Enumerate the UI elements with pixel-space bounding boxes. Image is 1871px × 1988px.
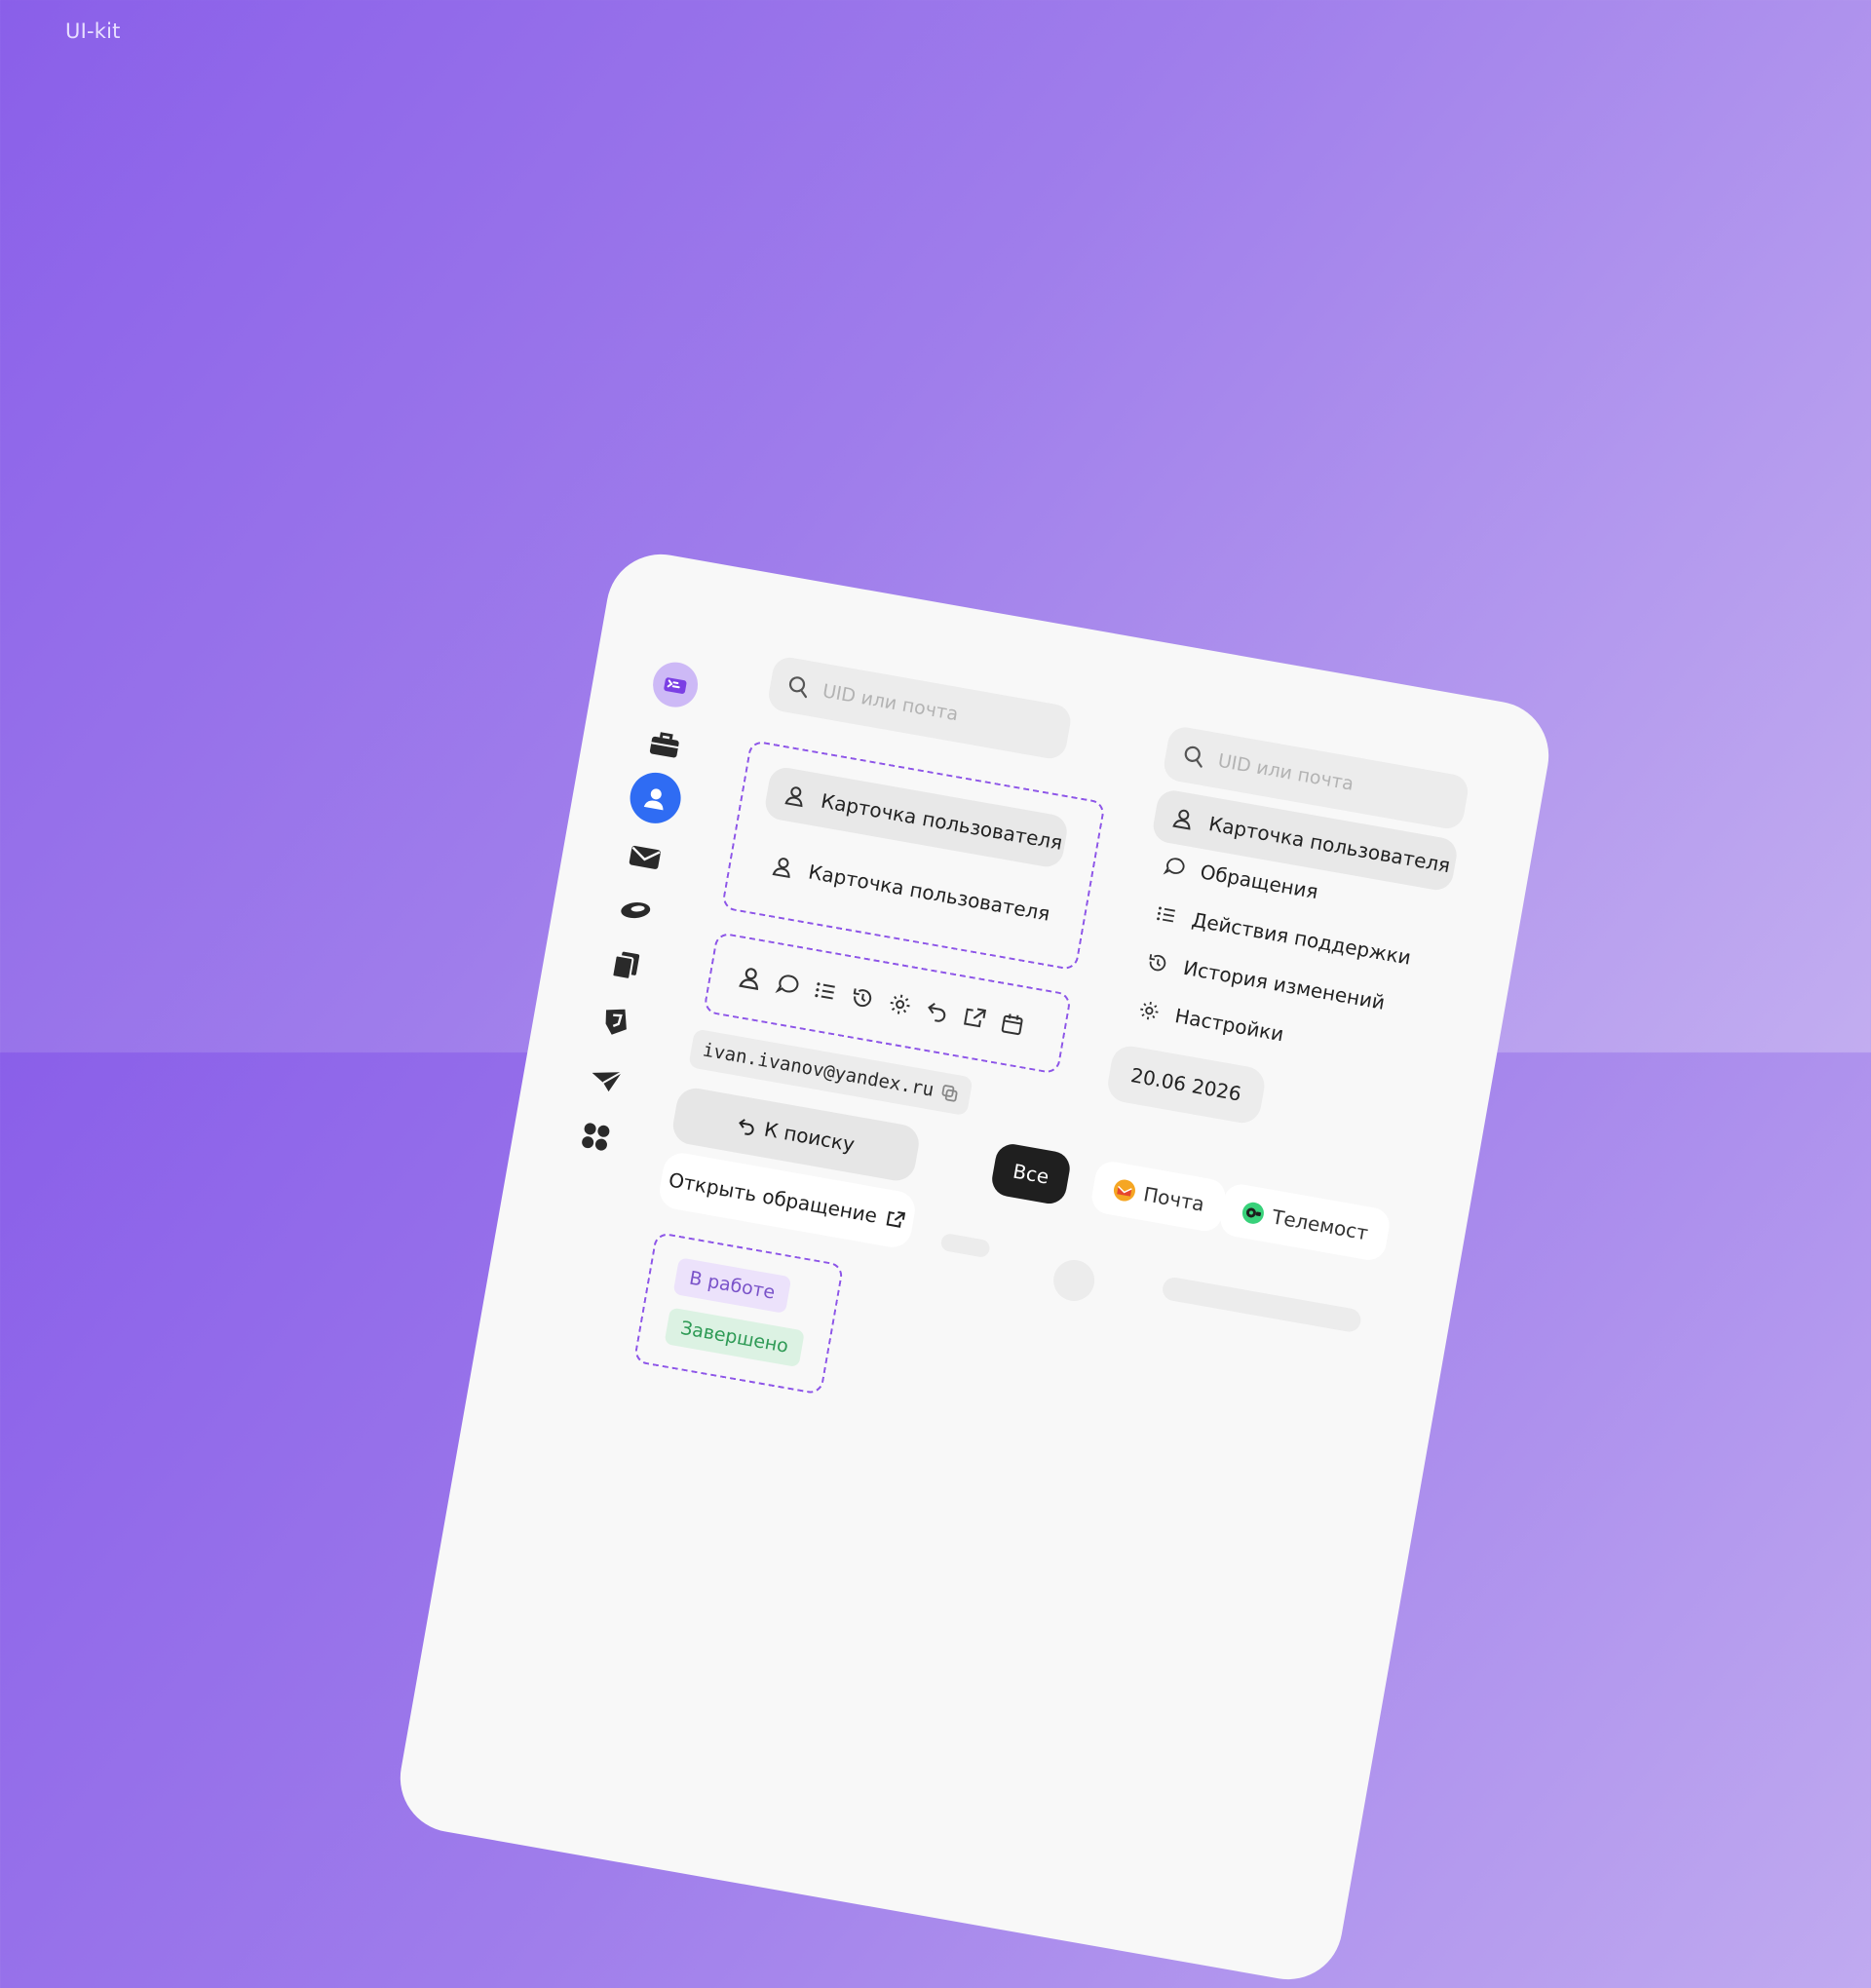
date-chip[interactable]: 20.06 2026: [1104, 1043, 1268, 1127]
list-icon: [1154, 902, 1178, 927]
skeleton-line-long: [1161, 1276, 1363, 1334]
copy-icon[interactable]: [939, 1083, 960, 1103]
yandex-mail-icon: [1111, 1177, 1138, 1204]
user-icon: [783, 784, 807, 808]
skeleton-line-short: [939, 1232, 991, 1259]
shield-icon: [599, 1004, 633, 1040]
nav-variants-group: Карточка пользователя Карточка пользоват…: [720, 739, 1106, 972]
ui-kit-panel: Карточка пользователя Карточка пользоват…: [391, 546, 1558, 1988]
filter-chip-mail[interactable]: Почта: [1088, 1159, 1229, 1235]
undo-icon: [924, 998, 951, 1025]
sidebar-item-documents[interactable]: [596, 936, 655, 994]
yandex-id-logo-icon: [649, 658, 702, 711]
email-value: ivan.ivanov@yandex.ru: [701, 1039, 936, 1101]
skeleton-avatar: [1050, 1256, 1098, 1305]
status-badge-completed: Завершено: [664, 1307, 805, 1368]
search-input-panel[interactable]: [1213, 748, 1433, 810]
calendar-icon: [999, 1011, 1026, 1038]
sidebar-item-mail[interactable]: [616, 828, 674, 887]
history-icon: [849, 984, 876, 1012]
nav-item-label: Карточка пользователя: [819, 788, 1065, 855]
sidebar-item-disk[interactable]: [606, 881, 665, 939]
chat-icon: [1163, 855, 1187, 879]
list-icon: [812, 977, 839, 1005]
filter-chip-all[interactable]: Все: [989, 1141, 1073, 1206]
briefcase-icon: [647, 728, 682, 760]
external-link-icon: [962, 1004, 989, 1031]
ui-kit-label: UI-kit: [65, 19, 121, 43]
user-icon: [737, 965, 764, 992]
search-field-small[interactable]: [766, 655, 1074, 762]
sidebar-logo[interactable]: [646, 656, 705, 714]
external-link-icon: [885, 1208, 907, 1231]
documents-icon: [609, 948, 643, 982]
apps-icon: [579, 1120, 613, 1154]
chat-icon: [774, 971, 801, 998]
sidebar-item-send[interactable]: [576, 1051, 634, 1109]
filter-chip-telemost[interactable]: Телемост: [1217, 1181, 1393, 1263]
send-icon: [588, 1065, 625, 1096]
mail-icon: [628, 843, 663, 871]
nav-item-label: Карточка пользователя: [806, 860, 1052, 926]
search-icon: [786, 674, 811, 699]
history-icon: [1145, 950, 1169, 975]
user-icon: [1170, 806, 1195, 830]
sidebar-item-security[interactable]: [587, 992, 645, 1051]
status-badges-group: В работе Завершено: [632, 1231, 845, 1395]
user-icon: [626, 768, 685, 827]
sidebar-item-users[interactable]: [626, 768, 685, 827]
settings-icon: [887, 991, 914, 1018]
undo-icon: [736, 1115, 758, 1137]
search-input-small[interactable]: [819, 678, 1038, 741]
search-icon: [1182, 744, 1206, 768]
sidebar-item-apps[interactable]: [566, 1107, 625, 1166]
settings-icon: [1137, 998, 1162, 1022]
user-icon: [771, 855, 795, 879]
sidebar-item-services[interactable]: [635, 715, 694, 774]
telemost-icon: [1240, 1200, 1267, 1227]
status-badge-in-progress: В работе: [672, 1257, 792, 1314]
disk-icon: [617, 896, 654, 925]
